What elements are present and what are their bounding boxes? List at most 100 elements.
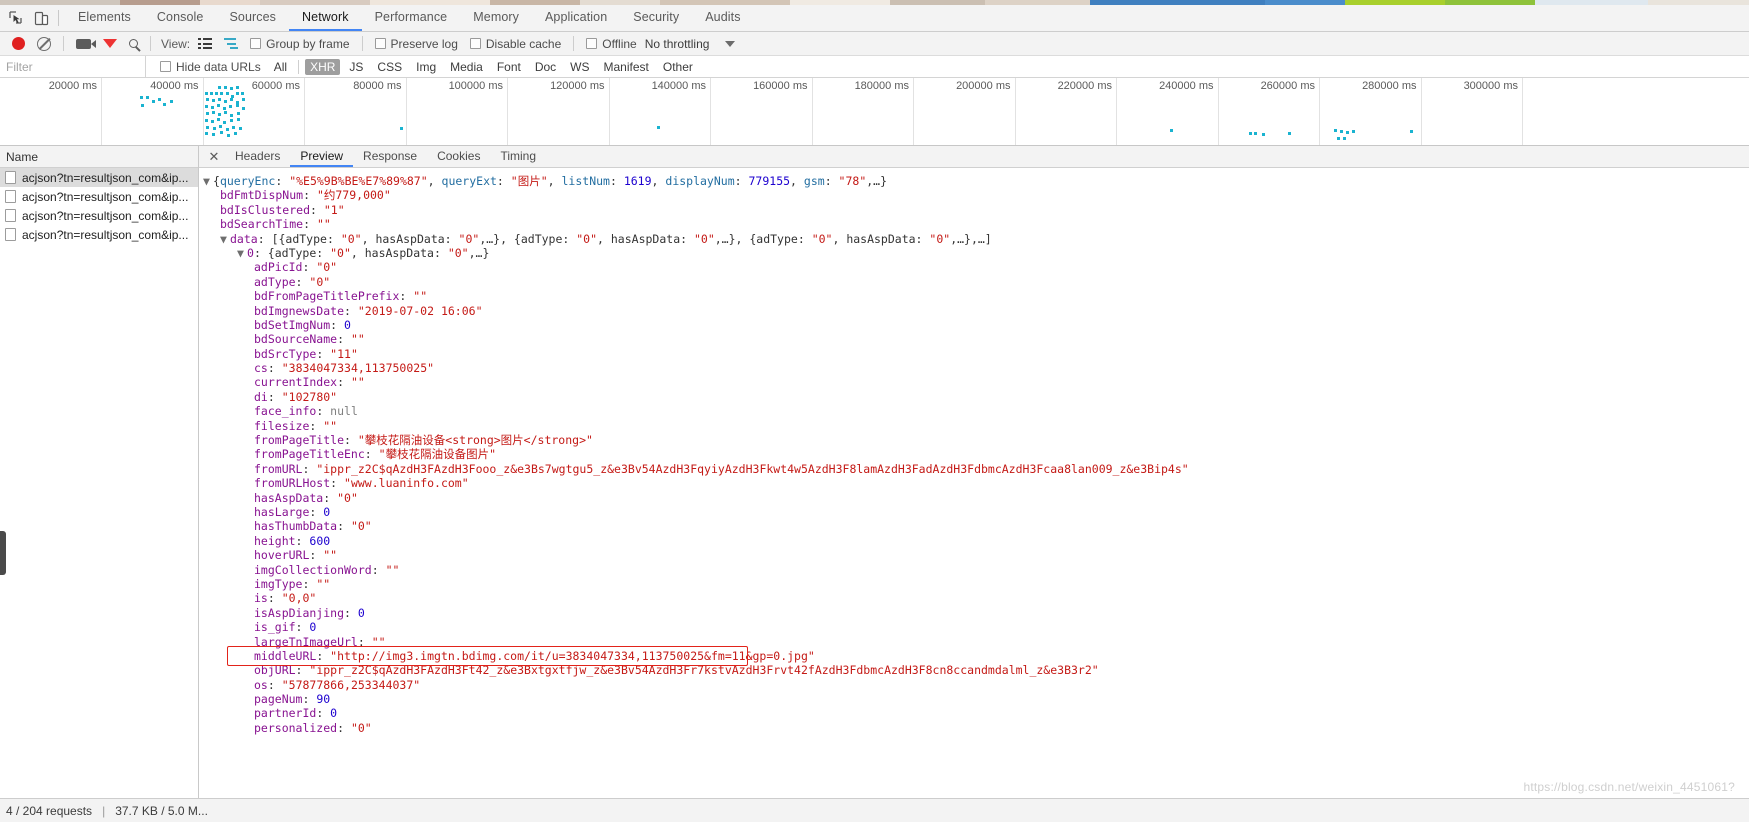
json-preview[interactable]: ▼ {queryEnc: "%E5%9B%BE%E7%89%87", queryE… bbox=[199, 168, 1749, 798]
panel-resize-handle[interactable] bbox=[0, 531, 6, 575]
json-line-middleURL[interactable]: middleURL: "http://img3.imgtn.bdimg.com/… bbox=[199, 649, 1749, 663]
json-line-bdFromPageTitlePrefix[interactable]: bdFromPageTitlePrefix: "" bbox=[199, 289, 1749, 303]
overview-dot bbox=[400, 127, 403, 130]
tab-response[interactable]: Response bbox=[353, 146, 427, 167]
json-line-imgCollectionWord[interactable]: imgCollectionWord: "" bbox=[199, 563, 1749, 577]
json-line-fromURLHost[interactable]: fromURLHost: "www.luaninfo.com" bbox=[199, 476, 1749, 490]
tab-headers[interactable]: Headers bbox=[225, 146, 290, 167]
overview-dot bbox=[229, 105, 232, 108]
group-by-frame-checkbox[interactable]: Group by frame bbox=[244, 32, 355, 55]
tab-console[interactable]: Console bbox=[144, 5, 217, 31]
type-filter-all[interactable]: All bbox=[269, 59, 292, 75]
type-filter-css[interactable]: CSS bbox=[372, 59, 407, 75]
json-line-pageNum[interactable]: pageNum: 90 bbox=[199, 692, 1749, 706]
json-line-di[interactable]: di: "102780" bbox=[199, 390, 1749, 404]
type-filter-doc[interactable]: Doc bbox=[530, 59, 561, 75]
request-row-3[interactable]: acjson?tn=resultjson_com&ip... bbox=[0, 225, 198, 244]
search-button[interactable] bbox=[123, 32, 144, 55]
json-line-face_info[interactable]: face_info: null bbox=[199, 404, 1749, 418]
json-line-os[interactable]: os: "57877866,253344037" bbox=[199, 678, 1749, 692]
json-line-fromPageTitle[interactable]: fromPageTitle: "攀枝花隔油设备<strong>图片</stron… bbox=[199, 433, 1749, 447]
json-line-objURL[interactable]: objURL: "ippr_z2C$qAzdH3FAzdH3Ft42_z&e3B… bbox=[199, 663, 1749, 677]
chevron-down-icon[interactable] bbox=[725, 40, 736, 47]
inspect-element-icon[interactable] bbox=[8, 10, 25, 27]
disable-cache-checkbox[interactable]: Disable cache bbox=[464, 32, 567, 55]
overview-tick-3: 80000 ms bbox=[305, 78, 407, 145]
json-line-partnerId[interactable]: partnerId: 0 bbox=[199, 706, 1749, 720]
type-filter-img[interactable]: Img bbox=[411, 59, 441, 75]
type-filter-other[interactable]: Other bbox=[658, 59, 698, 75]
tab-sources[interactable]: Sources bbox=[216, 5, 289, 31]
json-line-0[interactable]: ▼ 0: {adType: "0", hasAspData: "0",…} bbox=[199, 246, 1749, 260]
json-line-bdFmtDispNum[interactable]: bdFmtDispNum: "约779,000" bbox=[199, 188, 1749, 202]
tab-preview[interactable]: Preview bbox=[290, 146, 354, 167]
json-line-largeTnImageUrl[interactable]: largeTnImageUrl: "" bbox=[199, 635, 1749, 649]
json-line-filesize[interactable]: filesize: "" bbox=[199, 419, 1749, 433]
type-filter-manifest[interactable]: Manifest bbox=[599, 59, 654, 75]
json-line-bdIsClustered[interactable]: bdIsClustered: "1" bbox=[199, 203, 1749, 217]
json-line-hasLarge[interactable]: hasLarge: 0 bbox=[199, 505, 1749, 519]
request-row-1[interactable]: acjson?tn=resultjson_com&ip... bbox=[0, 187, 198, 206]
json-line-cs[interactable]: cs: "3834047334,113750025" bbox=[199, 361, 1749, 375]
network-overview[interactable]: 20000 ms 40000 ms 60000 ms 80000 ms 100000 m… bbox=[0, 78, 1749, 146]
json-line-isAspDianjing[interactable]: isAspDianjing: 0 bbox=[199, 606, 1749, 620]
resource-type-filters: All XHR JS CSS Img Media Font Doc WS Man… bbox=[267, 58, 700, 75]
overview-dot bbox=[230, 119, 233, 122]
overview-tick-label: 180000 ms bbox=[854, 80, 909, 92]
json-line-bdSearchTime[interactable]: bdSearchTime: "" bbox=[199, 217, 1749, 231]
json-line-fromURL[interactable]: fromURL: "ippr_z2C$qAzdH3FAzdH3Fooo_z&e3… bbox=[199, 462, 1749, 476]
filter-button[interactable] bbox=[97, 32, 123, 62]
overview-dot bbox=[230, 114, 233, 117]
type-filter-xhr[interactable]: XHR bbox=[305, 58, 341, 75]
type-filter-ws[interactable]: WS bbox=[565, 59, 594, 75]
tab-performance[interactable]: Performance bbox=[362, 5, 461, 31]
hide-data-urls-checkbox[interactable]: Hide data URLs bbox=[160, 60, 261, 74]
tab-application[interactable]: Application bbox=[532, 5, 620, 31]
json-line-bdSetImgNum[interactable]: bdSetImgNum: 0 bbox=[199, 318, 1749, 332]
json-line-hasThumbData[interactable]: hasThumbData: "0" bbox=[199, 519, 1749, 533]
capture-screenshots-button[interactable] bbox=[70, 32, 97, 55]
json-line-is[interactable]: is: "0,0" bbox=[199, 591, 1749, 605]
json-line-personalized[interactable]: personalized: "0" bbox=[199, 721, 1749, 735]
request-row-2[interactable]: acjson?tn=resultjson_com&ip... bbox=[0, 206, 198, 225]
overview-dot bbox=[242, 107, 245, 110]
json-line-height[interactable]: height: 600 bbox=[199, 534, 1749, 548]
tab-elements[interactable]: Elements bbox=[65, 5, 144, 31]
network-toolbar: View: Group by frame Preserve log Disabl… bbox=[0, 32, 1749, 62]
json-line-bdSrcType[interactable]: bdSrcType: "11" bbox=[199, 347, 1749, 361]
overview-dot bbox=[242, 98, 245, 101]
json-line-imgType[interactable]: imgType: "" bbox=[199, 577, 1749, 591]
json-line-bdImgnewsDate[interactable]: bdImgnewsDate: "2019-07-02 16:06" bbox=[199, 304, 1749, 318]
json-line-fromPageTitleEnc[interactable]: fromPageTitleEnc: "攀枝花隔油设备图片" bbox=[199, 447, 1749, 461]
throttling-select[interactable]: No throttling bbox=[643, 37, 710, 51]
json-line-bdSourceName[interactable]: bdSourceName: "" bbox=[199, 332, 1749, 346]
type-filter-js[interactable]: JS bbox=[344, 59, 368, 75]
json-line-hoverURL[interactable]: hoverURL: "" bbox=[199, 548, 1749, 562]
device-toolbar-icon[interactable] bbox=[33, 10, 50, 27]
clear-button[interactable] bbox=[31, 32, 57, 55]
json-root-line[interactable]: ▼ {queryEnc: "%E5%9B%BE%E7%89%87", queryE… bbox=[199, 174, 1749, 188]
tab-security[interactable]: Security bbox=[620, 5, 692, 31]
tab-network[interactable]: Network bbox=[289, 5, 362, 31]
request-row-0[interactable]: acjson?tn=resultjson_com&ip... bbox=[0, 168, 198, 187]
json-line-data[interactable]: ▼ data: [{adType: "0", hasAspData: "0",…}… bbox=[199, 232, 1749, 246]
filter-input[interactable] bbox=[0, 56, 146, 77]
overview-dot bbox=[211, 106, 214, 109]
preserve-log-checkbox[interactable]: Preserve log bbox=[369, 32, 464, 55]
view-waterfall-button[interactable] bbox=[218, 32, 244, 55]
close-icon[interactable]: ✕ bbox=[203, 146, 225, 167]
type-filter-media[interactable]: Media bbox=[445, 59, 488, 75]
offline-checkbox[interactable]: Offline bbox=[580, 32, 642, 55]
json-line-adPicId[interactable]: adPicId: "0" bbox=[199, 260, 1749, 274]
json-line-currentIndex[interactable]: currentIndex: "" bbox=[199, 375, 1749, 389]
view-list-button[interactable] bbox=[192, 32, 218, 55]
record-button[interactable] bbox=[6, 32, 31, 55]
tab-cookies[interactable]: Cookies bbox=[427, 146, 490, 167]
json-line-is_gif[interactable]: is_gif: 0 bbox=[199, 620, 1749, 634]
json-line-adType[interactable]: adType: "0" bbox=[199, 275, 1749, 289]
type-filter-font[interactable]: Font bbox=[492, 59, 526, 75]
json-line-hasAspData[interactable]: hasAspData: "0" bbox=[199, 491, 1749, 505]
tab-timing[interactable]: Timing bbox=[490, 146, 546, 167]
tab-memory[interactable]: Memory bbox=[460, 5, 532, 31]
tab-audits[interactable]: Audits bbox=[692, 5, 753, 31]
